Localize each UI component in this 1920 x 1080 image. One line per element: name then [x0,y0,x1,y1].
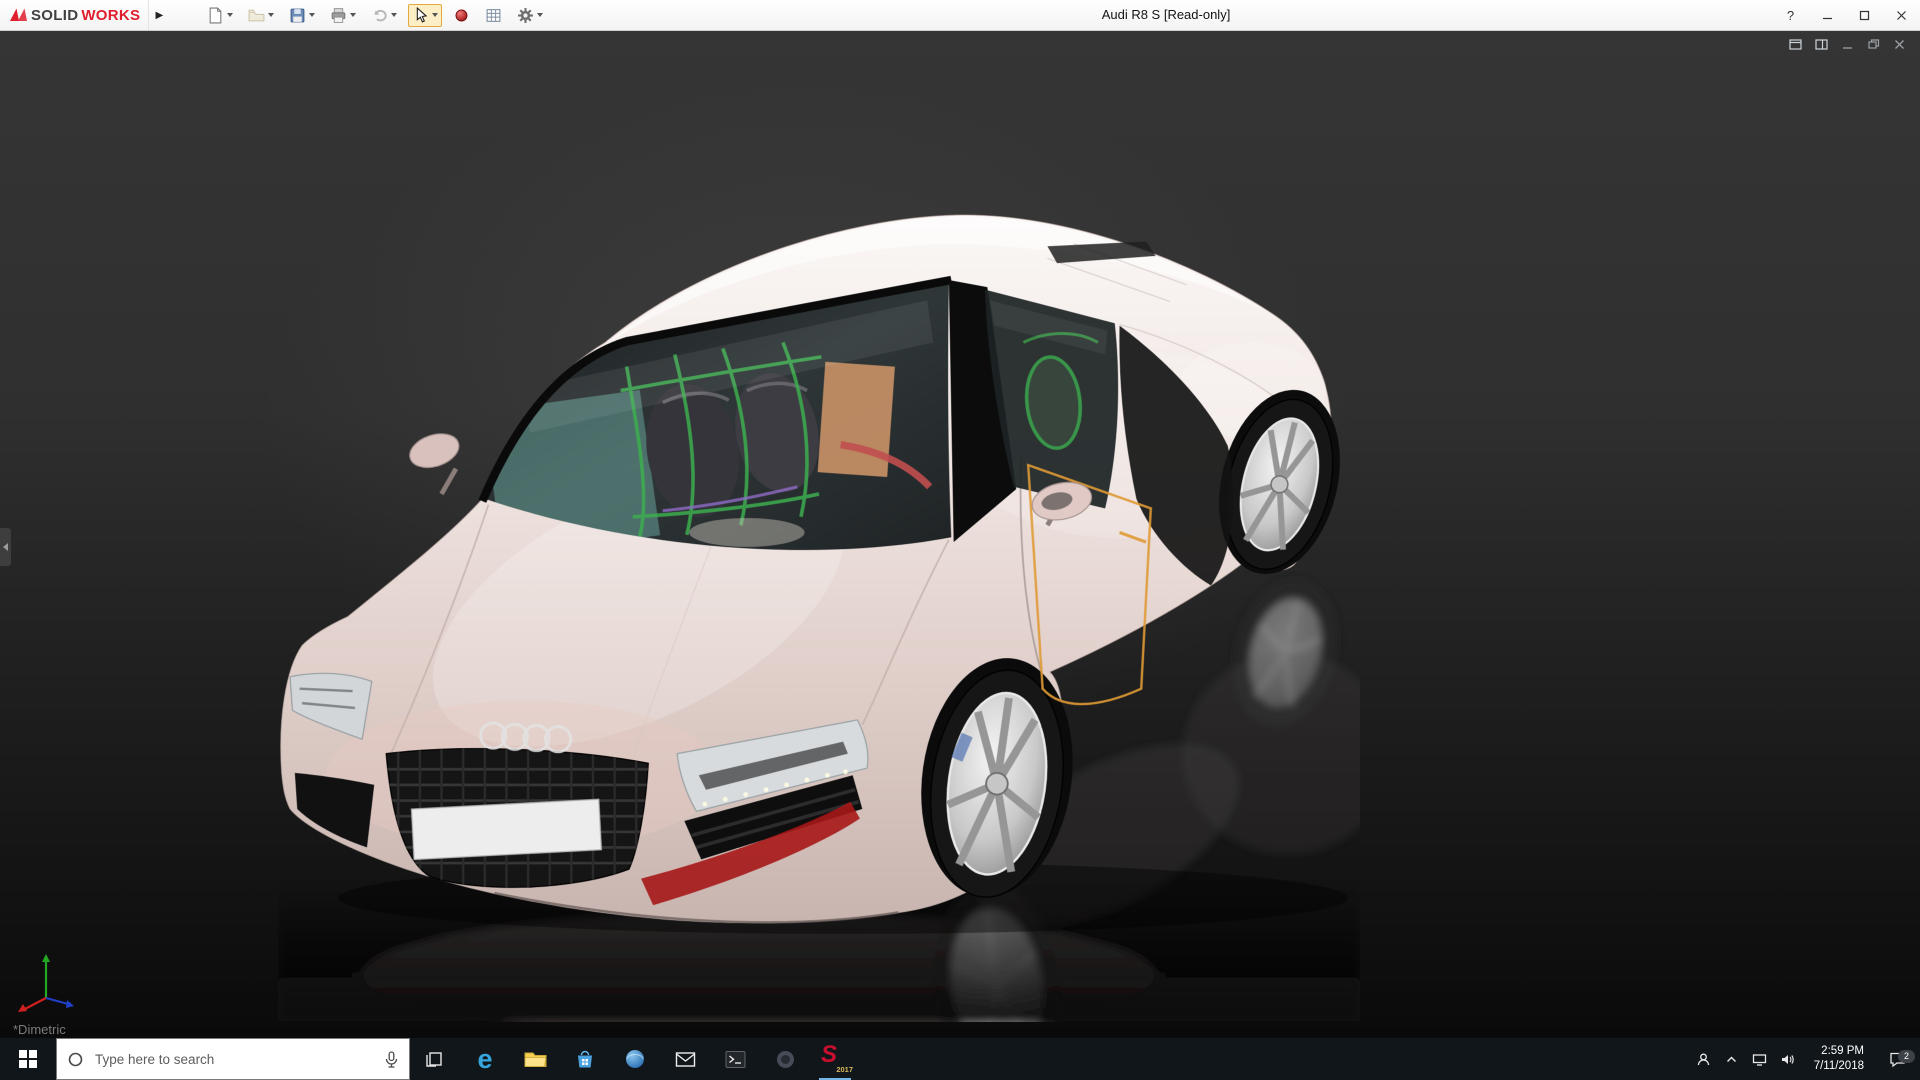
tray-icons [1687,1052,1804,1067]
solidworks-year-label: 2017 [836,1065,853,1074]
close-document-icon[interactable] [1893,38,1906,51]
task-view-button[interactable] [410,1038,460,1080]
undo-icon [371,7,388,24]
close-icon [1896,10,1907,21]
edge-button[interactable]: e [460,1038,510,1080]
browser-sphere-icon [624,1048,646,1070]
dropdown-arrow-icon[interactable] [309,13,315,17]
notification-badge: 2 [1898,1050,1915,1063]
select-tool-button[interactable] [408,4,442,27]
action-center-button[interactable]: 2 [1874,1051,1920,1068]
dark-app-button[interactable] [760,1038,810,1080]
select-cursor-icon [412,7,429,24]
close-button[interactable] [1883,0,1920,30]
command-prompt-button[interactable] [710,1038,760,1080]
chevron-left-icon [3,543,8,551]
solidworks-logo-icon [8,5,28,25]
graphics-viewport[interactable]: *Dimetric [0,30,1920,1038]
search-input[interactable] [93,1051,375,1068]
file-explorer-icon [524,1049,547,1069]
mail-icon [675,1051,696,1068]
help-button[interactable]: ? [1772,0,1809,30]
solidworks-taskbar-button[interactable]: S 2017 [810,1038,860,1080]
new-document-icon [207,7,224,24]
network-icon[interactable] [1752,1052,1767,1067]
record-macro-icon [453,7,470,24]
panel-icon[interactable] [1789,38,1802,51]
logo-text-works: WORKS [81,7,140,24]
chevron-up-icon[interactable] [1724,1052,1739,1067]
clock-date: 7/11/2018 [1814,1059,1864,1074]
solidworks-app-icon: S 2017 [820,1044,850,1074]
new-document-button[interactable] [203,4,237,27]
feature-manager-collapsed-tab[interactable] [0,528,11,566]
undo-button[interactable] [367,4,401,27]
save-button[interactable] [285,4,319,27]
dropdown-arrow-icon[interactable] [350,13,356,17]
options-button[interactable] [513,4,547,27]
system-tray: 2:59 PM 7/11/2018 2 [1687,1038,1920,1080]
minimize-document-icon[interactable] [1841,38,1854,51]
mail-button[interactable] [660,1038,710,1080]
task-view-icon [425,1049,445,1069]
title-bar: SOLIDWORKS ▶ [0,0,1920,31]
start-button[interactable] [0,1038,56,1080]
window-title: Audi R8 S [Read-only] [1102,0,1231,30]
reference-triad [16,940,86,1012]
restore-document-icon[interactable] [1867,38,1880,51]
record-macro-button[interactable] [449,4,474,27]
save-icon [289,7,306,24]
menu-flyout-arrow[interactable]: ▶ [148,0,169,30]
browser-sphere-button[interactable] [610,1038,660,1080]
sheet-grid-icon [485,7,502,24]
dropdown-arrow-icon[interactable] [537,13,543,17]
dropdown-arrow-icon[interactable] [227,13,233,17]
user-icon[interactable] [1696,1052,1711,1067]
license-plate [411,799,601,859]
open-document-button[interactable] [244,4,278,27]
3d-model-audi-r8[interactable] [278,210,1360,1022]
taskbar-search[interactable] [56,1038,410,1080]
left-side-mirror [405,428,463,494]
taskbar-clock[interactable]: 2:59 PM 7/11/2018 [1804,1044,1874,1074]
command-prompt-icon [725,1050,746,1069]
quick-access-toolbar [203,4,547,27]
view-orientation-label: *Dimetric [13,1022,66,1037]
dark-app-icon [775,1049,796,1070]
minimize-button[interactable] [1809,0,1846,30]
print-icon [330,7,347,24]
dropdown-arrow-icon[interactable] [391,13,397,17]
dropdown-arrow-icon[interactable] [268,13,274,17]
windows-logo-icon [19,1050,37,1068]
panel-split-icon[interactable] [1815,38,1828,51]
document-window-controls [1789,38,1906,51]
maximize-button[interactable] [1846,0,1883,30]
microphone-icon[interactable] [384,1051,399,1068]
edge-icon: e [477,1046,492,1073]
store-button[interactable] [560,1038,610,1080]
dropdown-arrow-icon[interactable] [432,13,438,17]
store-icon [575,1049,595,1069]
gear-icon [517,7,534,24]
volume-icon[interactable] [1780,1052,1795,1067]
print-button[interactable] [326,4,360,27]
sheet-format-button[interactable] [481,4,506,27]
logo-text-solid: SOLID [31,7,78,24]
open-folder-icon [248,7,265,24]
window-controls: ? [1772,0,1920,30]
clock-time: 2:59 PM [1814,1044,1864,1059]
windows-taskbar: e [0,1038,1920,1080]
file-explorer-button[interactable] [510,1038,560,1080]
minimize-icon [1822,10,1833,21]
solidworks-logo: SOLIDWORKS [0,0,148,30]
cortana-icon[interactable] [67,1051,84,1068]
maximize-icon [1859,10,1870,21]
